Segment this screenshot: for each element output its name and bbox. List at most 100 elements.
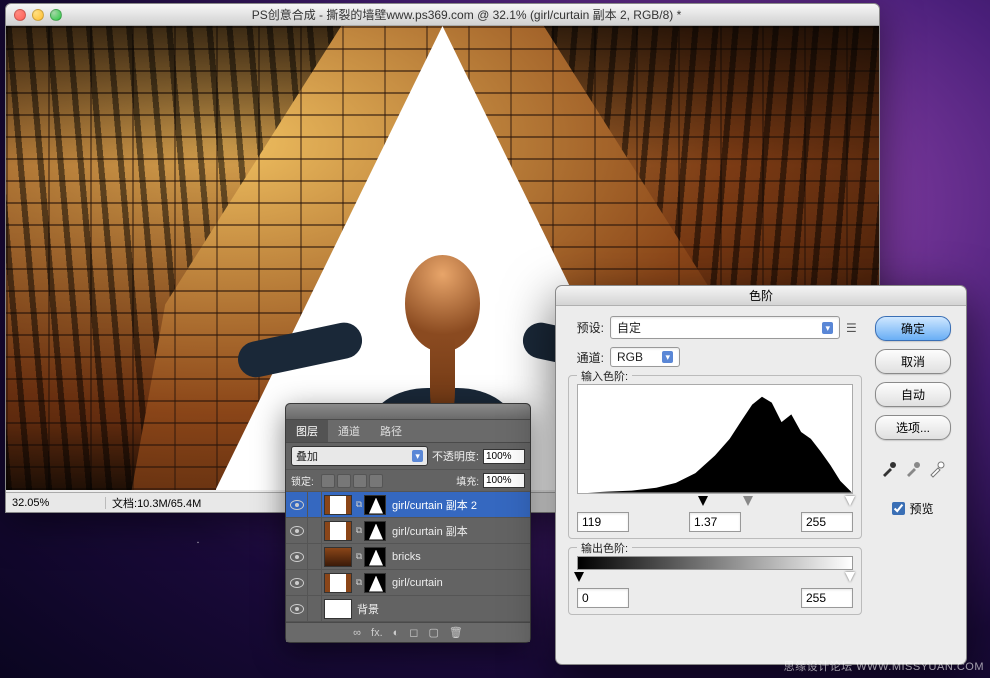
input-levels-label: 输入色阶: <box>577 368 632 384</box>
tab-channels[interactable]: 通道 <box>328 420 370 442</box>
visibility-toggle[interactable] <box>286 544 308 569</box>
blend-opacity-row: 叠加▾ 不透明度: <box>286 443 530 470</box>
layer-fx-icon[interactable]: fx. <box>371 627 383 639</box>
close-icon[interactable] <box>14 9 26 21</box>
blend-mode-select[interactable]: 叠加▾ <box>291 446 428 466</box>
input-gamma-field[interactable] <box>689 512 741 532</box>
tab-layers[interactable]: 图层 <box>286 420 328 442</box>
layer-name[interactable]: girl/curtain 副本 2 <box>389 497 530 513</box>
eyedroppers <box>880 460 946 478</box>
layer-thumbnail[interactable] <box>324 521 352 541</box>
preview-checkbox-input[interactable] <box>892 502 905 515</box>
panel-drag-handle[interactable] <box>286 404 530 420</box>
layer-thumbnail[interactable] <box>324 573 352 593</box>
mask-link-icon[interactable]: ⧉ <box>354 551 364 562</box>
eye-icon <box>290 578 304 588</box>
lock-transparent-icon[interactable] <box>321 474 335 488</box>
mask-thumbnail[interactable] <box>364 495 386 515</box>
gray-eyedropper-icon[interactable] <box>904 460 922 478</box>
doc-info[interactable]: 文档:10.3M/65.4M <box>106 495 207 511</box>
preset-label: 预设: <box>568 319 604 336</box>
tab-paths[interactable]: 路径 <box>370 420 412 442</box>
white-point-slider[interactable] <box>845 496 855 506</box>
levels-title[interactable]: 色阶 <box>556 286 966 306</box>
input-black-field[interactable] <box>577 512 629 532</box>
preset-select[interactable]: 自定▾ <box>610 316 840 339</box>
output-levels-group: 输出色阶: <box>568 547 862 615</box>
link-layers-icon[interactable]: ∞ <box>353 627 361 639</box>
visibility-toggle[interactable] <box>286 570 308 595</box>
preset-menu-icon[interactable]: ☰ <box>846 321 862 335</box>
ok-button[interactable]: 确定 <box>875 316 951 341</box>
lock-label: 锁定: <box>291 473 314 488</box>
new-layer-icon[interactable]: ▢ <box>428 626 438 639</box>
layer-row[interactable]: ⧉ bricks <box>286 544 530 570</box>
window-title: PS创意合成 - 撕裂的墙壁www.ps369.com @ 32.1% (gir… <box>62 6 871 23</box>
mask-thumbnail[interactable] <box>364 547 386 567</box>
mask-link-icon[interactable]: ⧉ <box>354 577 364 588</box>
layer-thumbnail[interactable] <box>324 495 352 515</box>
gamma-slider[interactable] <box>743 496 753 506</box>
opacity-input[interactable] <box>483 449 525 464</box>
watermark: 思缘设计论坛 WWW.MISSYUAN.COM <box>784 658 984 674</box>
input-white-field[interactable] <box>801 512 853 532</box>
layer-thumbnail[interactable] <box>324 547 352 567</box>
visibility-toggle[interactable] <box>286 596 308 621</box>
mask-thumbnail[interactable] <box>364 521 386 541</box>
layer-mask-icon[interactable]: ◐ <box>393 627 400 639</box>
layer-row[interactable]: ⧉ girl/curtain 副本 2 <box>286 492 530 518</box>
layers-footer: ∞ fx. ◐ ◻ ▢ 🗑 <box>286 622 530 642</box>
white-eyedropper-icon[interactable] <box>928 460 946 478</box>
histogram[interactable] <box>577 384 853 494</box>
zoom-display[interactable]: 32.05% <box>6 497 106 509</box>
visibility-toggle[interactable] <box>286 518 308 543</box>
minimize-icon[interactable] <box>32 9 44 21</box>
window-titlebar[interactable]: PS创意合成 - 撕裂的墙壁www.ps369.com @ 32.1% (gir… <box>6 4 879 26</box>
fill-input[interactable] <box>483 473 525 488</box>
fill-label: 填充: <box>456 473 479 488</box>
options-button[interactable]: 选项... <box>875 415 951 440</box>
link-col[interactable] <box>308 596 322 621</box>
layer-name[interactable]: bricks <box>389 551 530 563</box>
eye-icon <box>290 500 304 510</box>
zoom-icon[interactable] <box>50 9 62 21</box>
output-black-field[interactable] <box>577 588 629 608</box>
mask-link-icon[interactable]: ⧉ <box>354 525 364 536</box>
input-slider[interactable] <box>577 496 853 508</box>
visibility-toggle[interactable] <box>286 492 308 517</box>
lock-all-icon[interactable] <box>369 474 383 488</box>
link-col[interactable] <box>308 492 322 517</box>
black-eyedropper-icon[interactable] <box>880 460 898 478</box>
adjustment-layer-icon[interactable]: ◻ <box>409 626 418 639</box>
black-point-slider[interactable] <box>698 496 708 506</box>
layer-row[interactable]: ⧉ girl/curtain 副本 <box>286 518 530 544</box>
eye-icon <box>290 526 304 536</box>
link-col[interactable] <box>308 518 322 543</box>
layer-name[interactable]: 背景 <box>354 601 530 617</box>
output-slider[interactable] <box>577 572 853 584</box>
lock-fill-row: 锁定: 填充: <box>286 470 530 492</box>
lock-pixels-icon[interactable] <box>337 474 351 488</box>
cancel-button[interactable]: 取消 <box>875 349 951 374</box>
lock-position-icon[interactable] <box>353 474 367 488</box>
channel-select[interactable]: RGB▾ <box>610 347 680 367</box>
mask-thumbnail[interactable] <box>364 573 386 593</box>
link-col[interactable] <box>308 544 322 569</box>
layers-panel: 图层 通道 路径 叠加▾ 不透明度: 锁定: 填充: ⧉ girl/curtain… <box>285 403 531 643</box>
output-white-field[interactable] <box>801 588 853 608</box>
levels-dialog: 色阶 预设: 自定▾ ☰ 通道: RGB▾ 输入色阶: <box>555 285 967 665</box>
layer-row[interactable]: ⧉ girl/curtain <box>286 570 530 596</box>
layer-row[interactable]: 背景 <box>286 596 530 622</box>
output-black-slider[interactable] <box>574 572 584 582</box>
auto-button[interactable]: 自动 <box>875 382 951 407</box>
mask-link-icon[interactable]: ⧉ <box>354 499 364 510</box>
preview-checkbox[interactable]: 预览 <box>892 500 933 517</box>
layer-name[interactable]: girl/curtain 副本 <box>389 523 530 539</box>
input-levels-group: 输入色阶: <box>568 375 862 539</box>
link-col[interactable] <box>308 570 322 595</box>
layer-thumbnail[interactable] <box>324 599 352 619</box>
output-white-slider[interactable] <box>845 572 855 582</box>
layer-name[interactable]: girl/curtain <box>389 577 530 589</box>
eye-icon <box>290 604 304 614</box>
trash-icon[interactable]: 🗑 <box>449 626 463 639</box>
